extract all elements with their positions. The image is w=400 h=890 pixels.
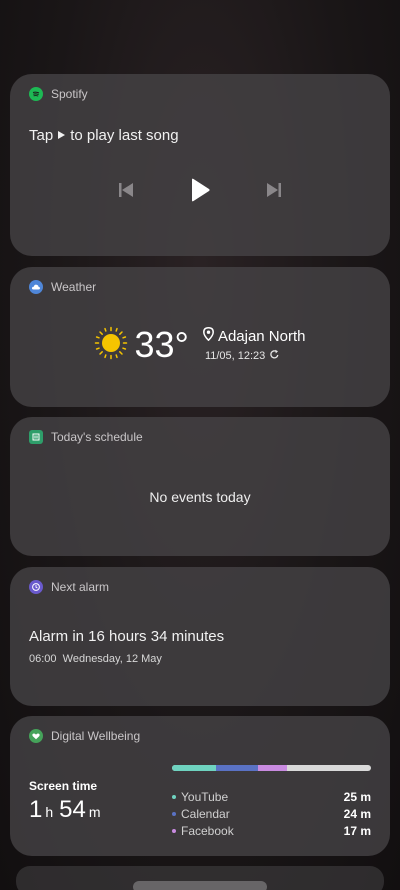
next-track-icon[interactable]	[262, 178, 286, 202]
alarm-date: Wednesday, 12 May	[62, 653, 162, 665]
app-usage-left: YouTube	[172, 790, 228, 804]
app-usage-left: Facebook	[172, 824, 234, 838]
play-icon[interactable]	[188, 178, 212, 202]
spotify-logo-icon	[29, 87, 43, 101]
cloud-icon	[29, 280, 43, 294]
sun-icon	[94, 326, 128, 365]
alarm-app-name: Next alarm	[51, 580, 110, 594]
app-color-dot	[172, 828, 176, 833]
schedule-app-name: Today's schedule	[51, 430, 143, 444]
weather-widget[interactable]: Weather 33° Adajan North 11/05, 12:23	[10, 267, 390, 407]
app-name: Facebook	[181, 823, 234, 838]
screen-time-hours: 1	[29, 796, 43, 823]
app-usage-row: YouTube 25 m	[172, 788, 371, 805]
updated-time: 11/05, 12:23	[204, 350, 266, 362]
playback-controls	[10, 178, 390, 202]
app-time: 24 m	[343, 806, 371, 821]
wellbeing-header: Digital Wellbeing	[29, 729, 140, 743]
usage-bar	[172, 765, 371, 771]
app-time: 17 m	[343, 823, 371, 838]
screen-time-label: Screen time	[29, 779, 98, 793]
location-block: Adajan North 11/05, 12:23	[202, 327, 306, 363]
location-row: Adajan North	[202, 327, 306, 345]
previous-track-icon[interactable]	[114, 178, 138, 202]
app-usage-list: YouTube 25 m Calendar 24 m Facebook 17 m	[172, 788, 371, 839]
app-usage-row: Calendar 24 m	[172, 805, 371, 822]
usage-bar-segment	[172, 765, 216, 771]
next-alarm-widget[interactable]: Next alarm Alarm in 16 hours 34 minutes …	[10, 567, 390, 706]
weather-app-name: Weather	[51, 280, 97, 294]
updated-row: 11/05, 12:23	[203, 349, 306, 363]
play-last-song-prompt[interactable]: Tap to play last song	[29, 127, 179, 144]
screen-time-minutes: 54	[59, 796, 86, 823]
calendar-icon	[29, 430, 43, 444]
location-name: Adajan North	[217, 327, 306, 345]
screen-time-hours-unit: h	[45, 804, 54, 820]
heart-icon	[29, 729, 43, 743]
refresh-icon[interactable]	[269, 349, 280, 363]
screen-time-value: 1 h 54 m	[29, 796, 107, 824]
digital-wellbeing-widget[interactable]: Digital Wellbeing Screen time 1 h 54 m Y…	[10, 716, 390, 856]
alarm-time: 06:00	[29, 653, 57, 665]
app-usage-left: Calendar	[172, 807, 230, 821]
spotify-widget[interactable]: Spotify Tap to play last song	[10, 74, 390, 256]
app-name: YouTube	[181, 789, 229, 804]
weather-summary: 33° Adajan North 11/05, 12:23	[10, 324, 390, 366]
usage-bar-segment	[215, 765, 258, 771]
clock-icon	[29, 580, 43, 594]
navigation-handle[interactable]	[133, 881, 267, 890]
alarm-header: Next alarm	[29, 580, 109, 594]
app-color-dot	[172, 811, 176, 816]
alarm-datetime: 06:00 Wednesday, 12 May	[29, 653, 162, 665]
location-pin-icon	[202, 327, 214, 345]
weather-header: Weather	[29, 280, 96, 294]
app-color-dot	[172, 794, 176, 799]
schedule-widget[interactable]: Today's schedule No events today	[10, 417, 390, 556]
usage-bar-segment	[257, 765, 288, 771]
spotify-app-name: Spotify	[51, 87, 88, 101]
spotify-header: Spotify	[29, 87, 88, 101]
wellbeing-app-name: Digital Wellbeing	[51, 729, 141, 743]
temperature: 33°	[134, 324, 189, 365]
screen-time-minutes-unit: m	[88, 804, 101, 820]
prompt-rest-text: to play last song	[70, 127, 179, 144]
app-time: 25 m	[343, 789, 371, 804]
alarm-countdown: Alarm in 16 hours 34 minutes	[29, 628, 225, 645]
app-usage-row: Facebook 17 m	[172, 822, 371, 839]
inline-play-icon	[57, 127, 66, 144]
no-events-message: No events today	[149, 489, 251, 505]
schedule-header: Today's schedule	[29, 430, 143, 444]
app-name: Calendar	[181, 806, 230, 821]
prompt-tap-text: Tap	[29, 127, 54, 144]
